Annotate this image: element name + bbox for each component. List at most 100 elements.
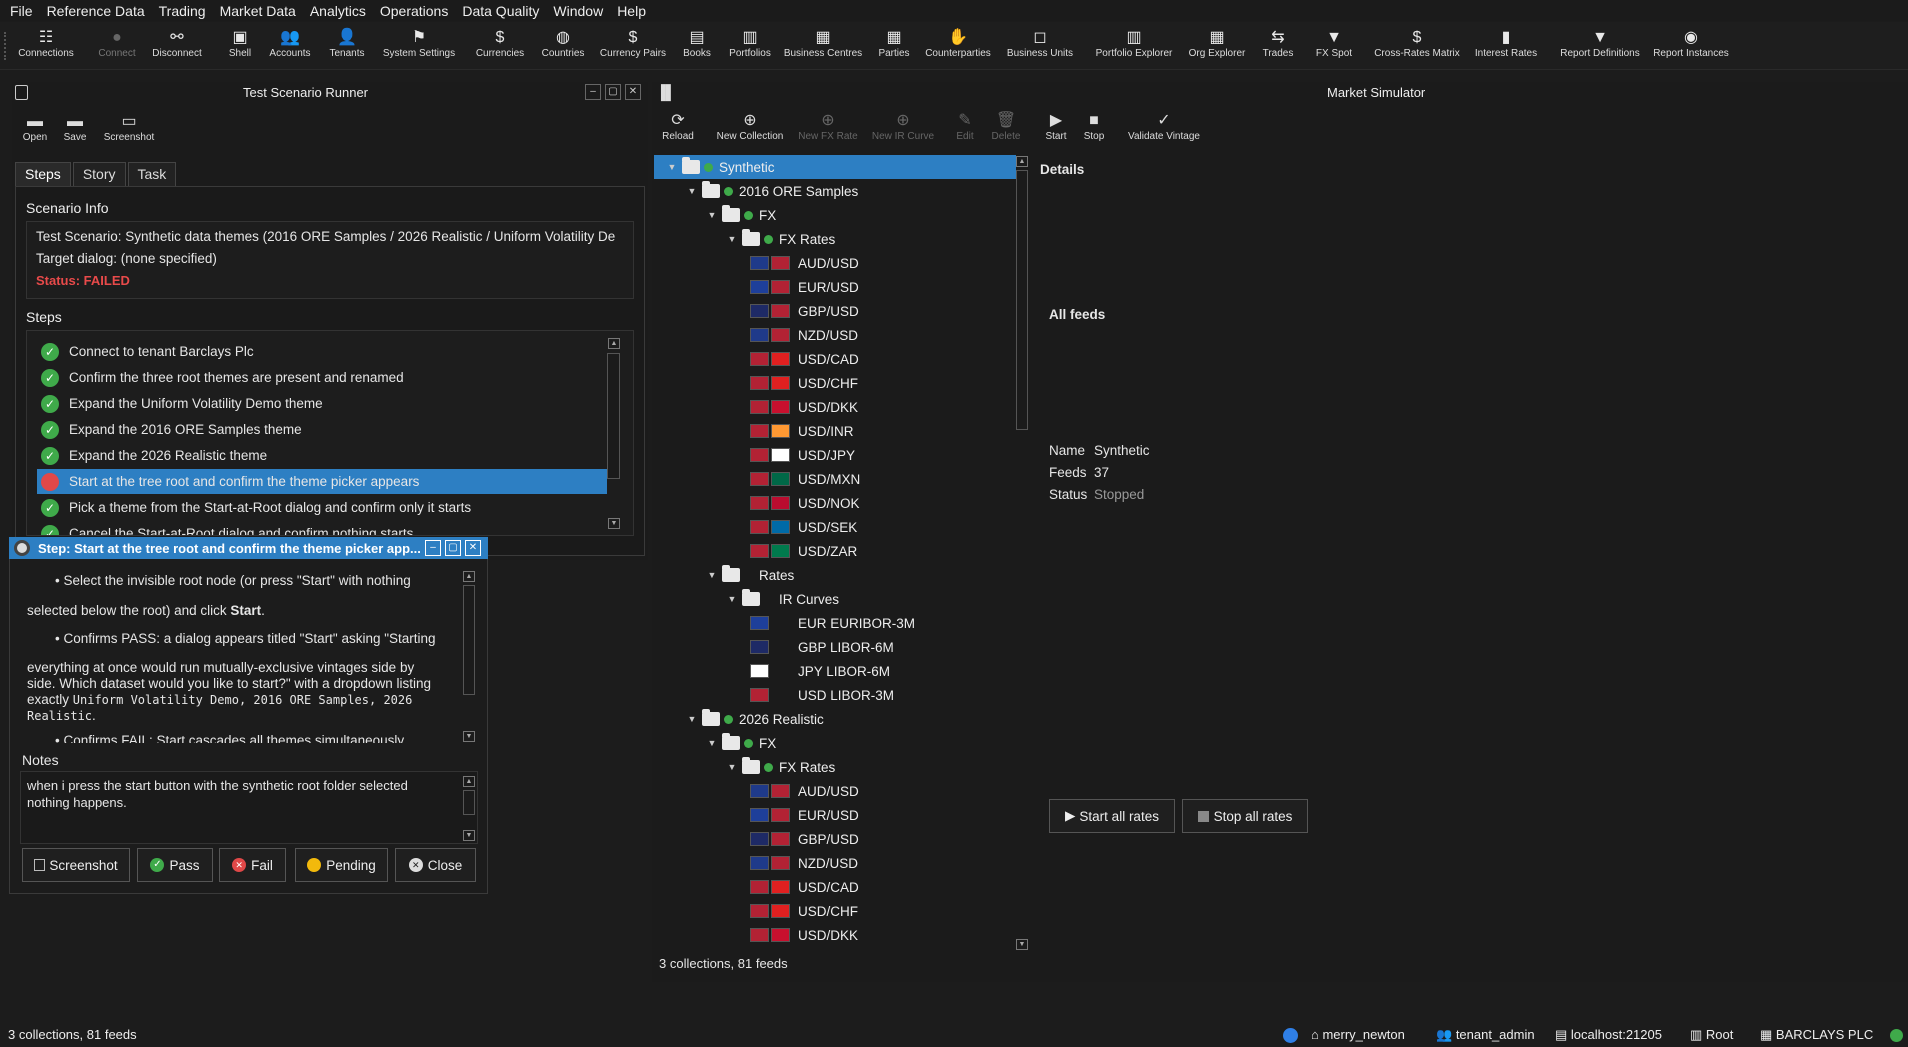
tree-fx-rate[interactable]: EUR/USD [654,275,1016,299]
tree-fx-rate[interactable]: NZD/USD [654,323,1016,347]
tree-folder[interactable]: ▼ FX Rates [654,227,1016,251]
disconnect-button[interactable]: ⚯ Disconnect [146,28,208,59]
countries-button[interactable]: ◍ Countries [536,28,590,59]
business-centres-button[interactable]: ▦ Business Centres [782,28,864,59]
step-row[interactable]: ✓ Expand the Uniform Volatility Demo them… [37,391,607,416]
interest-rates-button[interactable]: ▮ Interest Rates [1471,28,1541,59]
connections-button[interactable]: ☷ Connections [16,28,76,59]
step-row[interactable]: ✓ Pick a theme from the Start-at-Root dia… [37,495,607,520]
chevron-down-icon[interactable]: ▼ [722,234,742,244]
minimize-icon[interactable]: – [585,84,601,100]
menu-operations[interactable]: Operations [380,3,448,19]
tree-folder[interactable]: ▼ Synthetic [654,155,1016,179]
currencies-button[interactable]: $ Currencies [471,28,529,59]
books-button[interactable]: ▤ Books [678,28,716,59]
trades-button[interactable]: ⇆ Trades [1258,28,1298,59]
currency-pairs-button[interactable]: $ Currency Pairs [596,28,670,59]
tree-folder[interactable]: ▼ Rates [654,563,1016,587]
open-button[interactable]: ▬ Open [20,112,50,143]
tree-fx-rate[interactable]: USD/CHF [654,899,1016,923]
tree-fx-rate[interactable]: GBP/USD [654,827,1016,851]
tree-ir-curve[interactable]: GBP LIBOR-6M [654,635,1016,659]
tree-fx-rate[interactable]: USD/NOK [654,491,1016,515]
chevron-down-icon[interactable]: ▼ [682,714,702,724]
chevron-down-icon[interactable]: ▼ [702,738,722,748]
fx-spot-button[interactable]: ▼ FX Spot [1311,28,1357,59]
start-button[interactable]: ▶ Start [1044,111,1068,142]
tree-fx-rate[interactable]: EUR/USD [654,803,1016,827]
step-row[interactable]: ✓ Cancel the Start-at-Root dialog and con… [37,521,607,535]
chevron-down-icon[interactable]: ▼ [662,162,682,172]
tree-fx-rate[interactable]: GBP/USD [654,299,1016,323]
validate-vintage-button[interactable]: ✓ Validate Vintage [1126,111,1202,142]
chevron-down-icon[interactable]: ▼ [702,570,722,580]
new-collection-button[interactable]: ⊕ New Collection [715,111,785,142]
tree-fx-rate[interactable]: USD/ZAR [654,539,1016,563]
menu-market-data[interactable]: Market Data [220,3,296,19]
menu-data-quality[interactable]: Data Quality [462,3,539,19]
tree-folder[interactable]: ▼ FX Rates [654,755,1016,779]
step-row[interactable]: ✓ Confirm the three root themes are prese… [37,365,607,390]
close-button[interactable]: ✕ Close [395,848,476,882]
step-row[interactable]: ✓ Connect to tenant Barclays Plc [37,339,607,364]
tree-folder[interactable]: ▼ 2026 Realistic [654,707,1016,731]
dialog-screenshot-button[interactable]: Screenshot [22,848,130,882]
business-units-button[interactable]: ◻ Business Units [1004,28,1076,59]
tree-fx-rate[interactable]: USD/DKK [654,395,1016,419]
chevron-down-icon[interactable]: ▼ [722,762,742,772]
tree-fx-rate[interactable]: USD/JPY [654,443,1016,467]
close-icon[interactable]: ✕ [625,84,641,100]
dialog-minimize-icon[interactable]: – [425,540,441,556]
scroll-down-icon[interactable]: ▼ [463,830,475,841]
scroll-down-icon[interactable]: ▼ [463,731,475,742]
notes-scrollbar[interactable] [463,790,475,815]
tree-fx-rate[interactable]: NZD/USD [654,851,1016,875]
shell-button[interactable]: ▣ Shell [221,28,259,59]
tree-folder[interactable]: ▼ IR Curves [654,587,1016,611]
portfolio-explorer-button[interactable]: ▥ Portfolio Explorer [1092,28,1176,59]
tenants-button[interactable]: 👤 Tenants [325,28,369,59]
step-row[interactable]: Start at the tree root and confirm the t… [37,469,607,494]
stop-button[interactable]: ■ Stop [1082,111,1106,142]
menu-file[interactable]: File [10,3,33,19]
tree-ir-curve[interactable]: EUR EURIBOR-3M [654,611,1016,635]
dialog-maximize-icon[interactable]: ▢ [445,540,461,556]
step-row[interactable]: ✓ Expand the 2016 ORE Samples theme [37,417,607,442]
start-all-rates-button[interactable]: ▶ Start all rates [1049,799,1175,833]
connect-button[interactable]: ● Connect [91,28,143,59]
system-settings-button[interactable]: ⚑ System Settings [378,28,460,59]
stop-all-rates-button[interactable]: Stop all rates [1182,799,1308,833]
tree-fx-rate[interactable]: USD/DKK [654,923,1016,947]
delete-button[interactable]: 🗑 Delete [990,111,1022,142]
tab-steps[interactable]: Steps [15,162,71,186]
step-row[interactable]: ✓ Expand the 2026 Realistic theme [37,443,607,468]
chevron-down-icon[interactable]: ▼ [722,594,742,604]
tree-fx-rate[interactable]: AUD/USD [654,251,1016,275]
tree-fx-rate[interactable]: USD/CAD [654,875,1016,899]
tree-scrollbar[interactable] [1016,170,1028,430]
pending-button[interactable]: Pending [295,848,388,882]
tree-fx-rate[interactable]: USD/CAD [654,347,1016,371]
scroll-up-icon[interactable]: ▲ [608,338,620,349]
tree-fx-rate[interactable]: USD/SEK [654,515,1016,539]
org-explorer-button[interactable]: ▦ Org Explorer [1185,28,1249,59]
maximize-icon[interactable]: ▢ [605,84,621,100]
scroll-up-icon[interactable]: ▲ [463,776,475,787]
instructions-scrollbar[interactable] [463,585,475,695]
reload-button[interactable]: ⟳ Reload [660,111,696,142]
fail-button[interactable]: ✕ Fail [219,848,286,882]
scroll-up-icon[interactable]: ▲ [463,571,475,582]
scroll-up-icon[interactable]: ▲ [1016,156,1028,167]
toolbar-grip[interactable] [4,32,7,60]
tree-fx-rate[interactable]: USD/MXN [654,467,1016,491]
save-button[interactable]: ▬ Save [60,112,90,143]
tree-fx-rate[interactable]: USD/CHF [654,371,1016,395]
new-fx-rate-button[interactable]: ⊕ New FX Rate [797,111,859,142]
cross-rates-matrix-button[interactable]: $ Cross-Rates Matrix [1371,28,1463,59]
portfolios-button[interactable]: ▥ Portfolios [723,28,777,59]
scroll-down-icon[interactable]: ▼ [608,518,620,529]
parties-button[interactable]: ▦ Parties [874,28,914,59]
tree-ir-curve[interactable]: JPY LIBOR-6M [654,659,1016,683]
tree-folder[interactable]: ▼ 2016 ORE Samples [654,179,1016,203]
accounts-button[interactable]: 👥 Accounts [263,28,317,59]
